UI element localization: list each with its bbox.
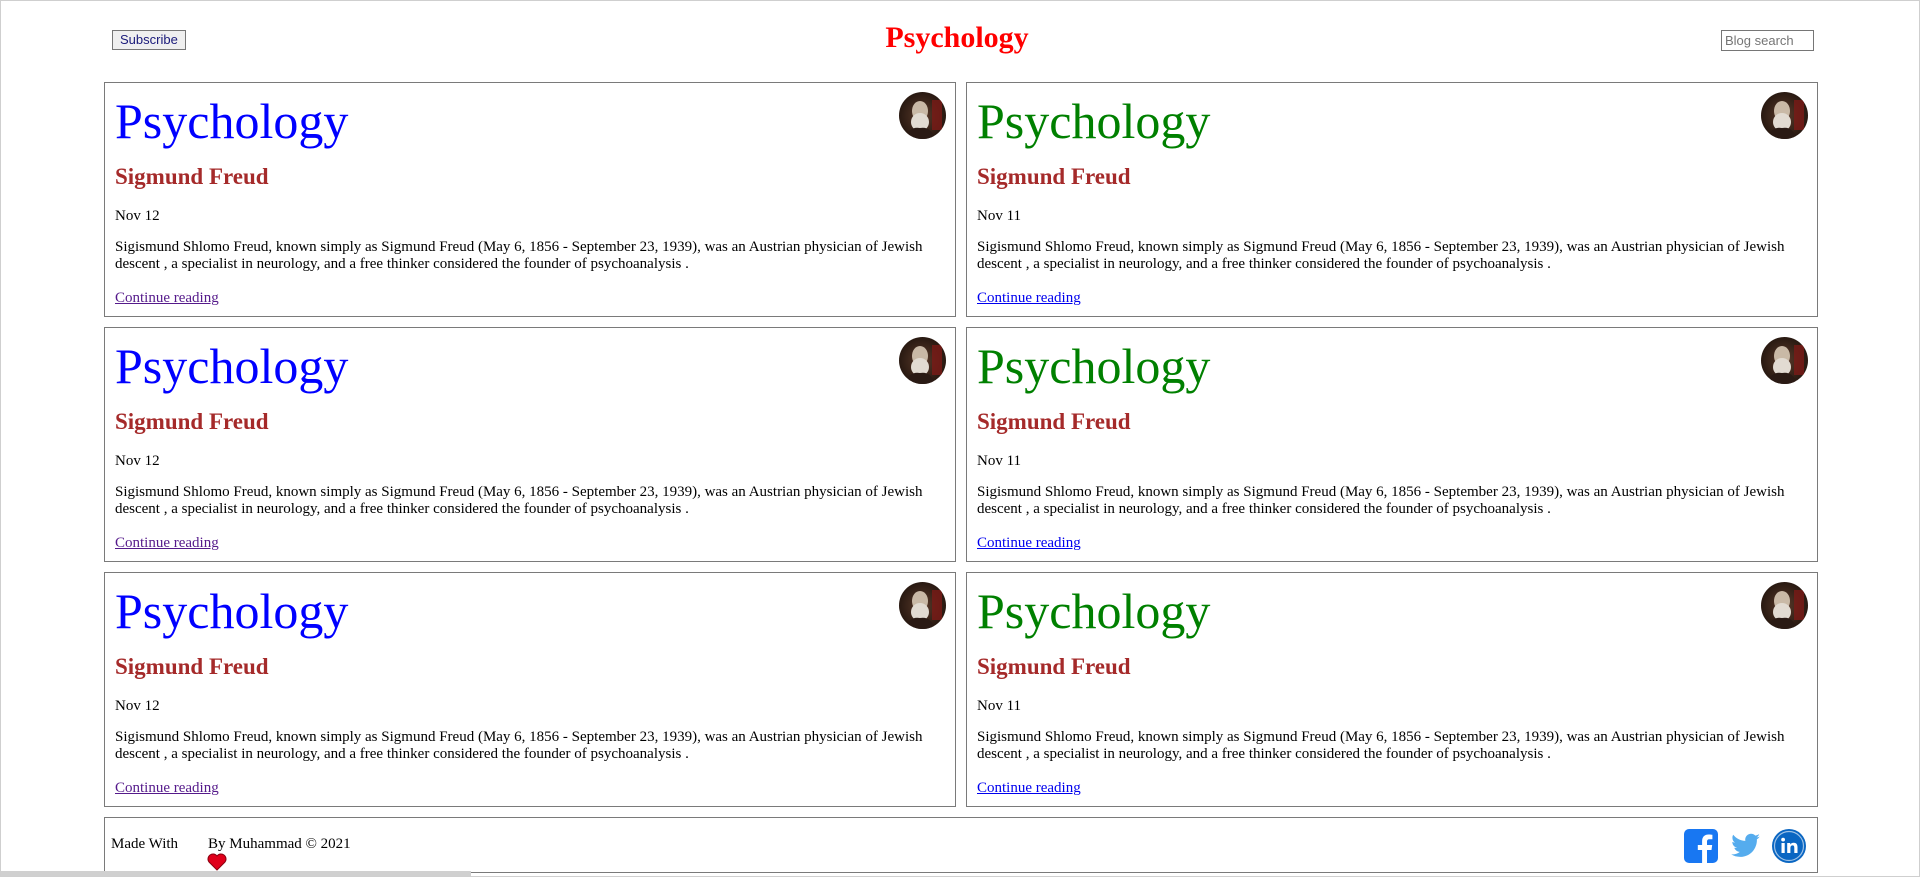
heart-icon <box>184 835 227 871</box>
continue-reading-link[interactable]: Continue reading <box>115 779 219 797</box>
portrait-image <box>1761 582 1808 629</box>
portrait-image <box>1761 92 1808 139</box>
post-excerpt: Sigismund Shlomo Freud, known simply as … <box>115 484 923 517</box>
made-with-text: Made With <box>111 836 179 852</box>
post-excerpt: Sigismund Shlomo Freud, known simply as … <box>977 729 1785 762</box>
portrait-image <box>899 92 946 139</box>
social-links <box>1683 828 1807 864</box>
post-author: Sigmund Freud <box>115 654 269 679</box>
post-card: Psychology Sigmund Freud Nov 12 Sigismun… <box>104 82 956 317</box>
horizontal-scrollbar[interactable] <box>1 871 471 876</box>
continue-reading-link[interactable]: Continue reading <box>977 289 1081 307</box>
continue-reading-link[interactable]: Continue reading <box>115 534 219 552</box>
author-avatar <box>899 582 946 629</box>
footer: Made With By Muhammad © 2021 <box>104 817 1818 873</box>
post-heading: Psychology <box>977 338 1211 394</box>
facebook-icon[interactable] <box>1683 828 1719 864</box>
post-heading: Psychology <box>115 583 349 639</box>
post-date: Nov 11 <box>977 453 1022 469</box>
portrait-image <box>899 582 946 629</box>
post-excerpt: Sigismund Shlomo Freud, known simply as … <box>977 239 1785 272</box>
linkedin-icon[interactable] <box>1771 828 1807 864</box>
post-card: Psychology Sigmund Freud Nov 11 Sigismun… <box>966 572 1818 807</box>
continue-reading-link[interactable]: Continue reading <box>977 779 1081 797</box>
author-avatar <box>1761 92 1808 139</box>
author-avatar <box>1761 582 1808 629</box>
site-title: Psychology <box>885 21 1029 54</box>
header: Subscribe Psychology <box>1 1 1920 81</box>
post-author: Sigmund Freud <box>977 654 1131 679</box>
continue-reading-link[interactable]: Continue reading <box>115 289 219 307</box>
post-author: Sigmund Freud <box>115 409 269 434</box>
post-heading: Psychology <box>115 93 349 149</box>
author-avatar <box>899 92 946 139</box>
post-heading: Psychology <box>115 338 349 394</box>
post-date: Nov 12 <box>115 208 160 224</box>
continue-reading-link[interactable]: Continue reading <box>977 534 1081 552</box>
post-card: Psychology Sigmund Freud Nov 12 Sigismun… <box>104 572 956 807</box>
post-date: Nov 11 <box>977 698 1022 714</box>
footer-credit: Made With By Muhammad © 2021 <box>111 835 351 871</box>
twitter-icon[interactable] <box>1727 828 1763 864</box>
portrait-image <box>1761 337 1808 384</box>
post-author: Sigmund Freud <box>115 164 269 189</box>
post-excerpt: Sigismund Shlomo Freud, known simply as … <box>977 484 1785 517</box>
post-card: Psychology Sigmund Freud Nov 11 Sigismun… <box>966 82 1818 317</box>
post-heading: Psychology <box>977 583 1211 639</box>
portrait-image <box>899 337 946 384</box>
post-excerpt: Sigismund Shlomo Freud, known simply as … <box>115 239 923 272</box>
post-date: Nov 12 <box>115 453 160 469</box>
post-heading: Psychology <box>977 93 1211 149</box>
post-card: Psychology Sigmund Freud Nov 12 Sigismun… <box>104 327 956 562</box>
post-excerpt: Sigismund Shlomo Freud, known simply as … <box>115 729 923 762</box>
author-avatar <box>899 337 946 384</box>
posts-grid: Psychology Sigmund Freud Nov 12 Sigismun… <box>104 82 1818 807</box>
author-avatar <box>1761 337 1808 384</box>
post-author: Sigmund Freud <box>977 409 1131 434</box>
post-date: Nov 12 <box>115 698 160 714</box>
author-credit-text: By Muhammad © 2021 <box>208 836 351 852</box>
blog-search-input[interactable] <box>1721 30 1814 51</box>
post-date: Nov 11 <box>977 208 1022 224</box>
post-author: Sigmund Freud <box>977 164 1131 189</box>
post-card: Psychology Sigmund Freud Nov 11 Sigismun… <box>966 327 1818 562</box>
